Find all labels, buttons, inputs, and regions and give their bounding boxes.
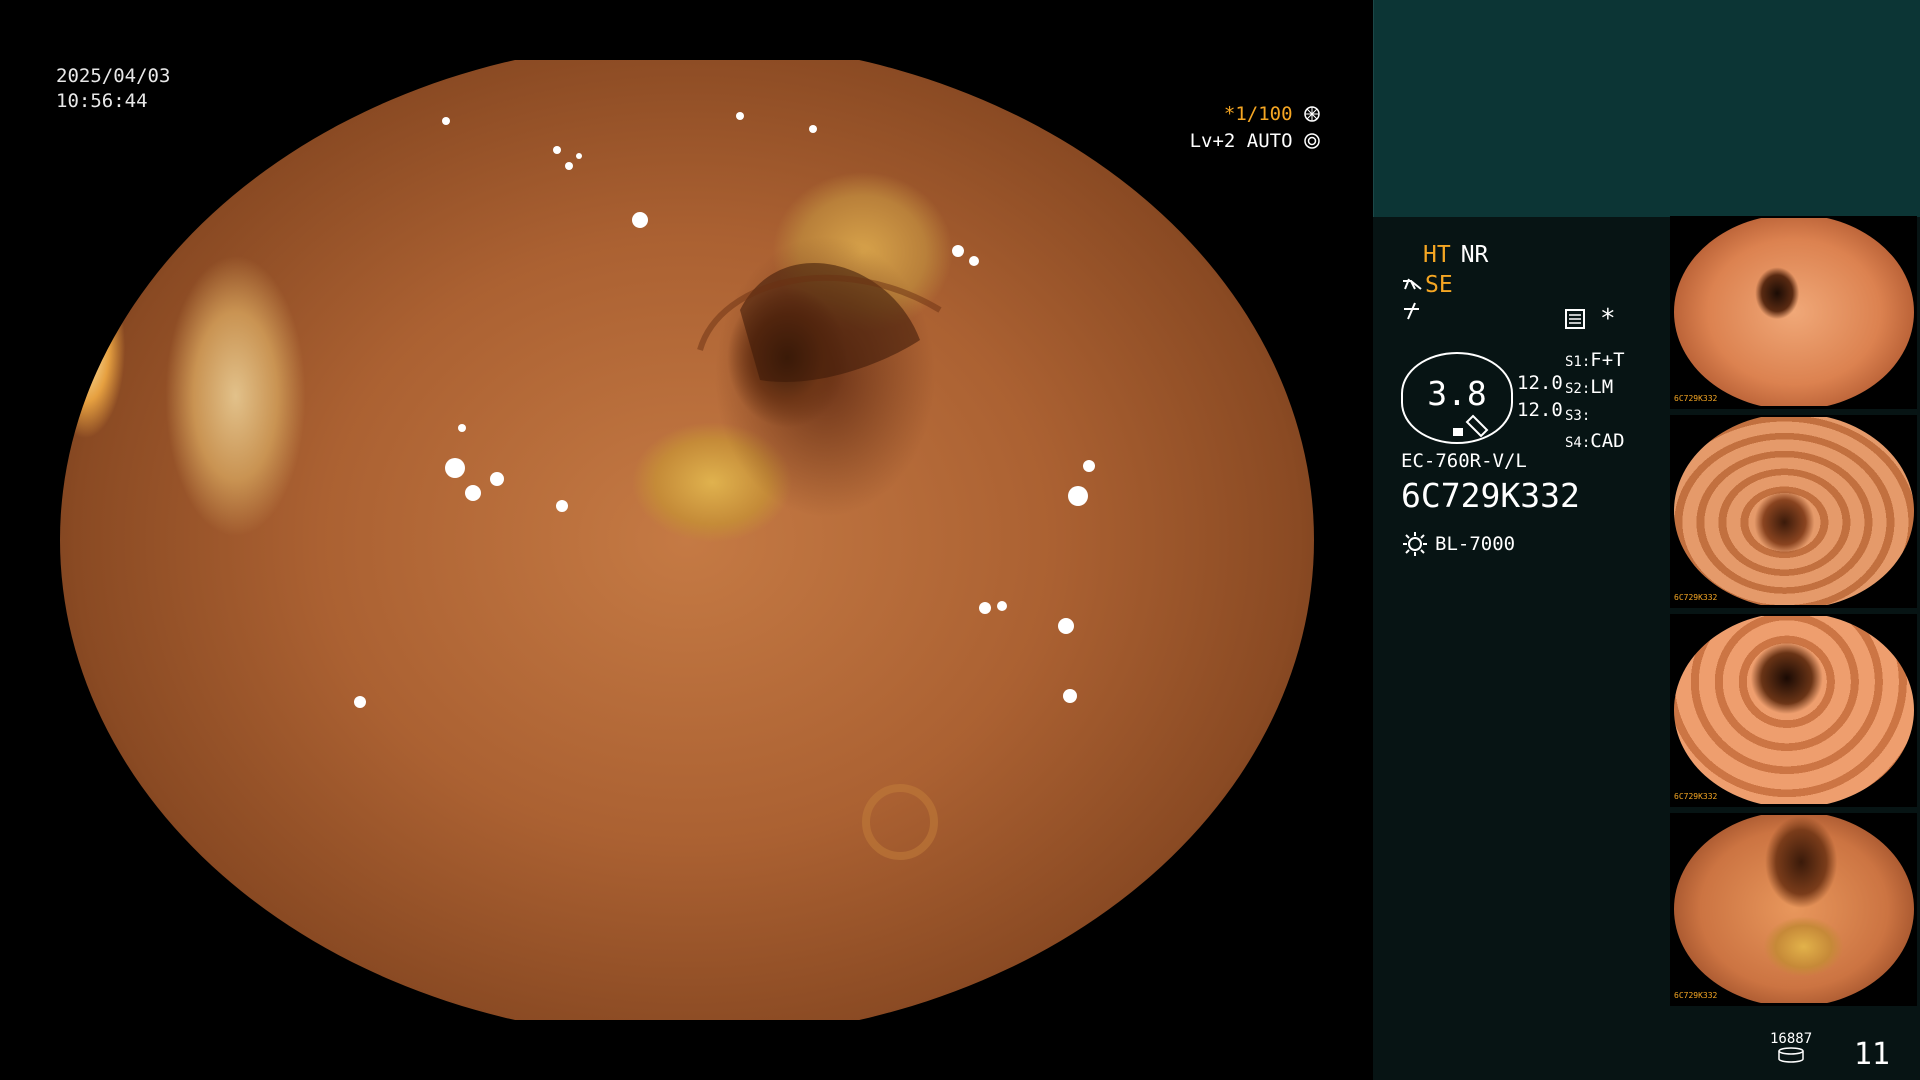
asterisk-indicator: * <box>1600 304 1616 334</box>
storage-indicator: 16887 <box>1770 1031 1812 1067</box>
storage-disk-icon <box>1778 1047 1804 1063</box>
s4-value: CAD <box>1590 430 1625 452</box>
date-text: 2025/04/03 <box>56 65 171 87</box>
thumbnail-serial: 6C729K332 <box>1674 991 1718 1000</box>
thumbnail-serial: 6C729K332 <box>1674 792 1718 801</box>
auto-iris-icon <box>1304 133 1320 149</box>
s2-key: S2: <box>1565 381 1591 397</box>
ht-indicator: HT <box>1423 242 1451 268</box>
enhancement-value-2: 12.0 <box>1517 399 1563 421</box>
time-text: 10:56:44 <box>56 90 148 112</box>
enhancement-values: 12.0 12.0 <box>1517 370 1563 424</box>
s1-key: S1: <box>1565 354 1591 370</box>
memo-icon <box>1565 309 1585 329</box>
endoscopic-image-details <box>354 112 1095 860</box>
zoom-indicator-icon <box>1453 414 1489 438</box>
scope-model: EC-760R-V/L <box>1401 450 1527 472</box>
s2-value: LM <box>1590 376 1614 398</box>
light-source-icon <box>1403 532 1427 556</box>
filter-icon <box>1404 302 1419 320</box>
switch-settings: S1:F+T S2:LM S3: S4:CAD <box>1565 348 1625 456</box>
thumbnail[interactable]: 6C729K332 <box>1670 415 1917 608</box>
thumbnail-image <box>1674 815 1914 1003</box>
shutter-mode-icon <box>1304 106 1320 122</box>
light-source-label: BL-7000 <box>1435 533 1516 555</box>
timestamp: 2025/04/03 10:56:44 <box>56 64 170 114</box>
se-indicator: SE <box>1425 272 1453 298</box>
s3-key: S3: <box>1565 408 1591 424</box>
thumbnail-image <box>1674 218 1914 406</box>
thumbnail-image <box>1674 616 1914 804</box>
structure-enhance-icon <box>1403 278 1422 290</box>
shutter-speed: *1/100 <box>1223 103 1293 125</box>
s1-value: F+T <box>1590 349 1625 371</box>
light-source: BL-7000 <box>1401 530 1515 558</box>
enhancement-value-1: 12.0 <box>1517 372 1563 394</box>
s4-key: S4: <box>1565 435 1591 451</box>
thumbnail-serial: 6C729K332 <box>1674 394 1718 403</box>
storage-count: 16887 <box>1770 1031 1813 1047</box>
nr-indicator: NR <box>1460 242 1489 268</box>
status-sidebar: HT NR SE * 3.8 12.0 12.0 S1:F+T S2:LM S3… <box>1373 0 1920 1080</box>
thumbnail[interactable]: 6C729K332 <box>1670 614 1917 807</box>
endoscope-view-area: 2025/04/03 10:56:44 *1/100 Lv+2 AUTO <box>0 0 1373 1080</box>
iris-mode: AUTO <box>1246 130 1293 152</box>
iris-gauge: 3.8 <box>1401 352 1513 444</box>
thumbnail[interactable]: 6C729K332 <box>1670 813 1917 1006</box>
thumbnail[interactable]: 6C729K332 <box>1670 216 1917 409</box>
sidebar-header-panel <box>1373 0 1920 217</box>
image-count: 11 <box>1853 1037 1890 1072</box>
exposure-settings: *1/100 Lv+2 AUTO <box>1190 101 1320 155</box>
thumbnail-image <box>1674 417 1914 605</box>
scope-serial: 6C729K332 <box>1401 476 1580 515</box>
captured-thumbnails: 6C729K332 6C729K332 6C729K332 6C729K332 <box>1670 216 1920 1012</box>
iris-value: 3.8 <box>1427 374 1487 413</box>
thumbnail-serial: 6C729K332 <box>1674 593 1718 602</box>
brightness-level: Lv+2 <box>1189 130 1236 152</box>
